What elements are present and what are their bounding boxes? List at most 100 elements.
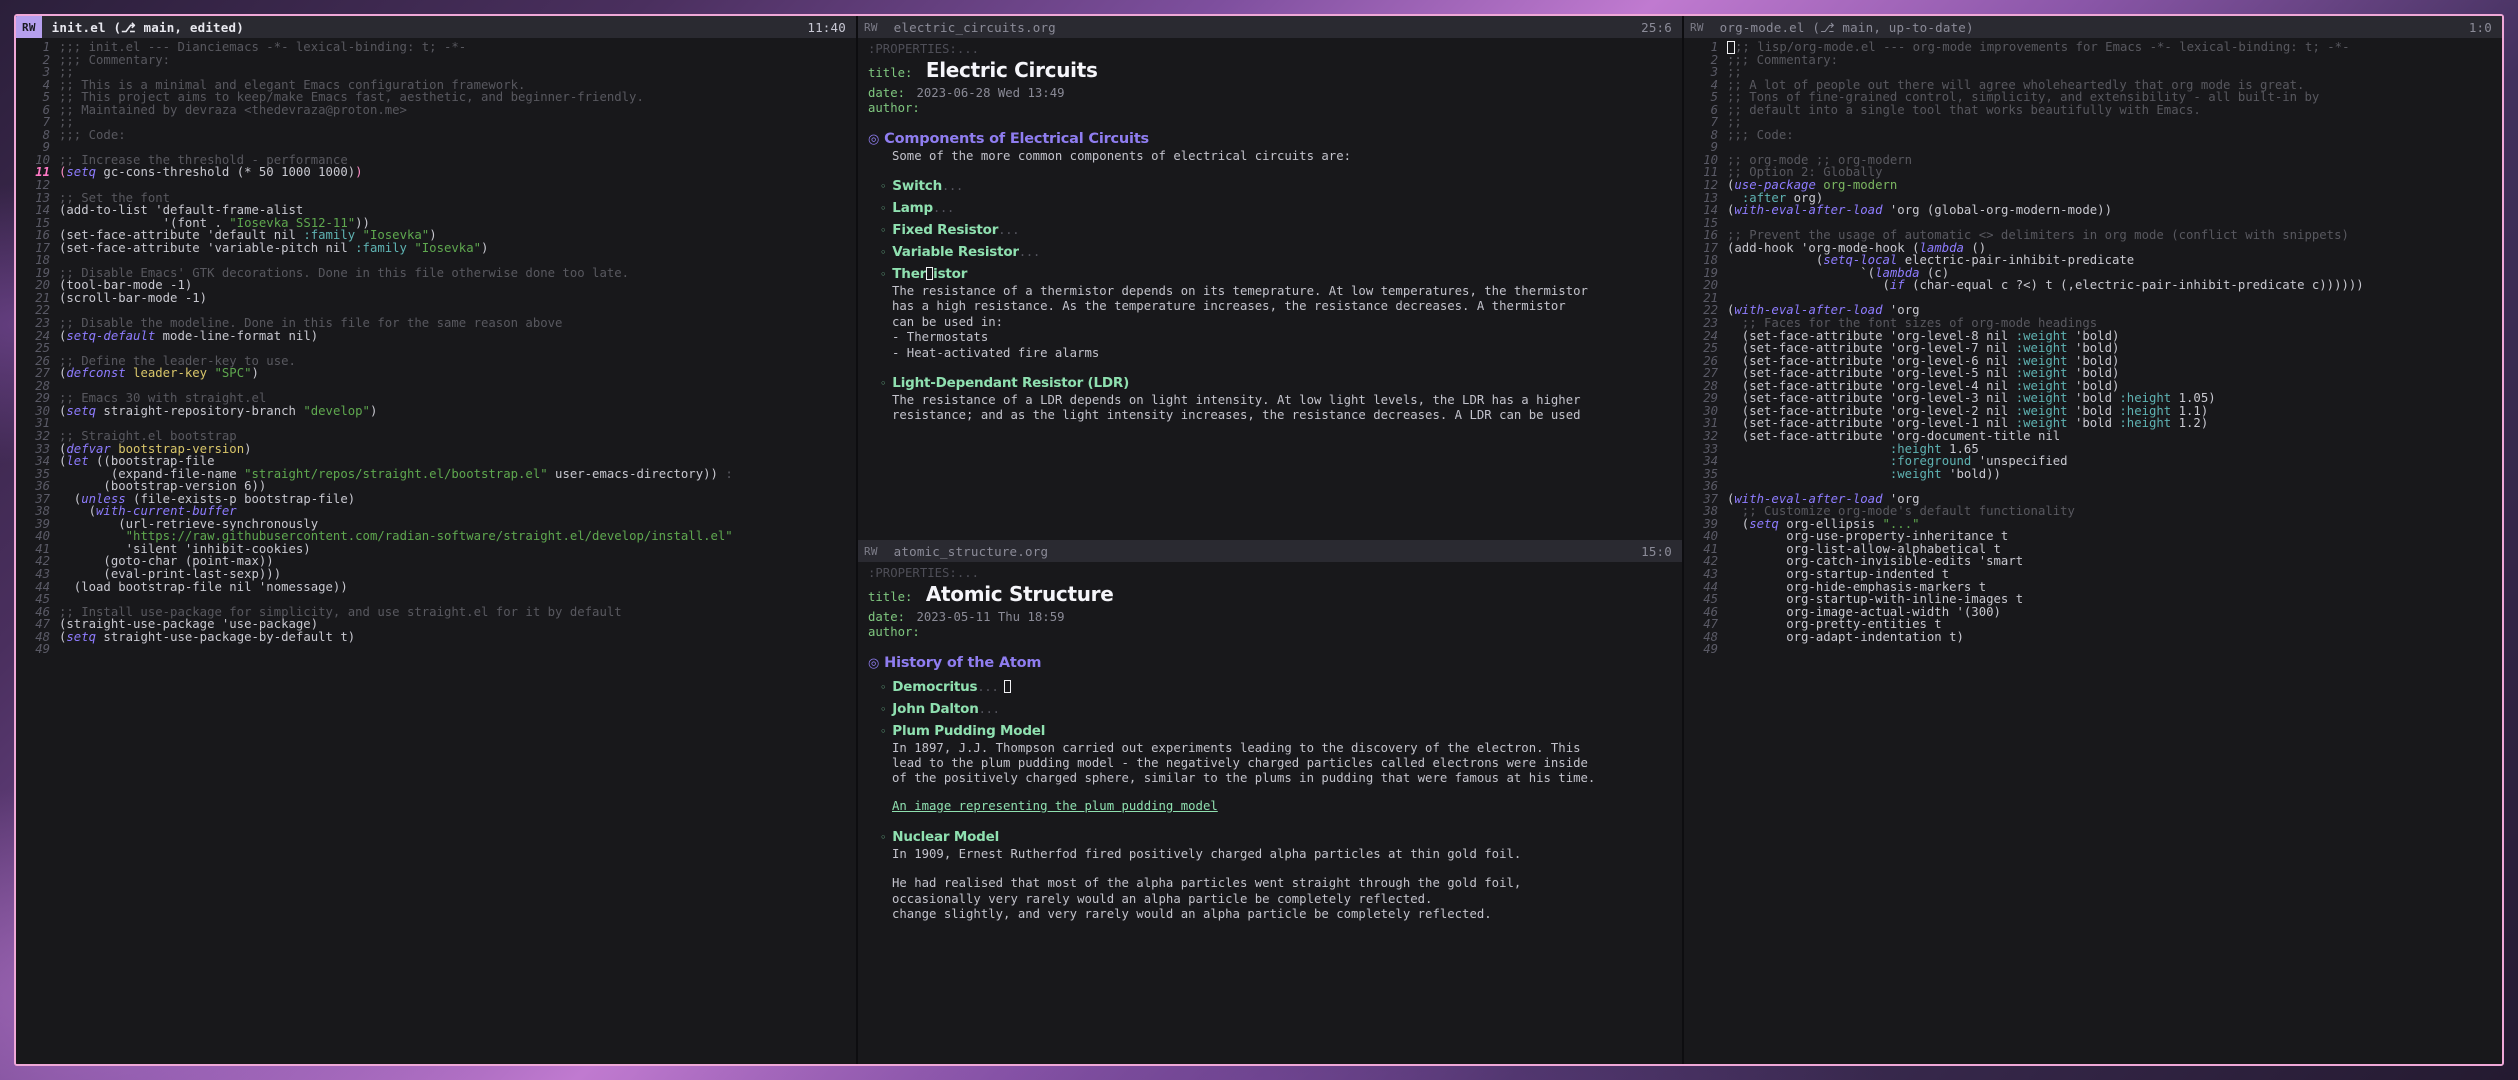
line-number: 12: [1703, 178, 1718, 193]
line-number: 40: [1703, 529, 1718, 544]
code-line[interactable]: 2;;; Commentary:: [16, 52, 856, 67]
code-token: gc-cons-threshold (* 50 1000 1000: [96, 165, 348, 180]
code-token: "SPC": [214, 366, 252, 381]
window-electric-circuits[interactable]: RW electric_circuits.org 25:6 :PROPERTIE…: [858, 16, 1682, 1064]
line-number: 18: [1703, 253, 1718, 268]
org-ellipsis[interactable]: ...: [942, 179, 963, 193]
code-line[interactable]: 44 (load bootstrap-file nil 'nomessage)): [16, 580, 856, 594]
org-properties-drawer[interactable]: :PROPERTIES:...: [868, 42, 1682, 57]
org-bullet-icon: ◦: [880, 724, 887, 738]
org-item-democritus[interactable]: ◦ Democritus...: [880, 679, 1682, 695]
org-nuclear-body-1: In 1909, Ernest Rutherfod fired positive…: [892, 846, 1522, 861]
org-thermistor-list-2: - Heat-activated fire alarms: [892, 345, 1100, 360]
org-bullet-icon: ◎: [868, 655, 880, 671]
line-number: 7: [1710, 115, 1718, 130]
code-line[interactable]: 8;;; Code:: [1684, 129, 2502, 142]
org-item-switch[interactable]: ◦ Switch...: [880, 178, 1682, 194]
org-keyword-date: date: 2023-05-11 Thu 18:59: [868, 610, 1682, 626]
buffer-readwrite-badge: RW: [1690, 20, 1704, 34]
org-item-fixed-resistor[interactable]: ◦ Fixed Resistor...: [880, 222, 1682, 238]
line-number: 18: [35, 253, 50, 268]
code-area-init-el[interactable]: 1;;; init.el --- Dianciemacs -*- lexical…: [16, 38, 856, 656]
code-line[interactable]: 14 (with-eval-after-load 'org (global-org…: [1684, 204, 2502, 217]
modeline-atomic-structure: RW atomic_structure.org 15:0: [858, 540, 1682, 562]
org-nuclear-body-3: change slightly, and very rarely would a…: [892, 906, 1492, 921]
org-nuclear-body-2: He had realised that most of the alpha p…: [892, 876, 1522, 906]
emacs-frame: RW init.el (⎇ main, edited) 11:40 1;;; i…: [14, 14, 2504, 1066]
org-content-electric-circuits[interactable]: :PROPERTIES:... title: Electric Circuits…: [858, 38, 1682, 424]
line-number: 23: [1703, 316, 1718, 331]
code-line[interactable]: 49: [1684, 643, 2502, 656]
code-token: defconst: [66, 366, 126, 381]
org-ellipsis[interactable]: ...: [977, 680, 998, 694]
org-bullet-icon: ◦: [880, 245, 887, 259]
modeline-org-mode-el: RW org-mode.el (⎇ main, up-to-date) 1:0: [1684, 16, 2502, 38]
code-token: (scroll-bar-mode -1): [59, 290, 208, 305]
org-image-link[interactable]: An image representing the plum pudding m…: [892, 799, 1682, 813]
code-token: ;;; Commentary:: [59, 52, 171, 67]
org-item-nuclear-model[interactable]: ◦ Nuclear Model: [880, 829, 1682, 845]
line-number: 27: [35, 366, 50, 381]
code-token: with-eval-after-load: [1734, 203, 1883, 218]
org-bullet-icon: ◦: [880, 830, 887, 844]
org-heading-history-of-atom[interactable]: ◎ History of the Atom: [868, 655, 1682, 671]
line-number: 32: [1703, 428, 1718, 443]
org-item-plum-pudding[interactable]: ◦ Plum Pudding Model: [880, 723, 1682, 739]
code-line[interactable]: 27 (defconst leader-key "SPC"): [16, 367, 856, 380]
code-line[interactable]: 35 :weight 'bold)): [1684, 467, 2502, 481]
code-area-org-mode-el[interactable]: 1;; lisp/org-mode.el --- org-mode improv…: [1684, 38, 2502, 656]
line-number: 47: [35, 617, 50, 632]
code-token: straight-use-package-by-default t): [96, 629, 356, 644]
org-document-title: Electric Circuits: [925, 58, 1098, 82]
org-item-thermistor[interactable]: ◦ Ther istor: [880, 266, 1682, 282]
code-token: ;;; Code:: [59, 127, 126, 142]
line-number: 29: [35, 391, 50, 406]
org-item-lamp[interactable]: ◦ Lamp...: [880, 200, 1682, 216]
code-line[interactable]: 11 (setq gc-cons-threshold (* 50 1000 100…: [16, 166, 856, 179]
org-bullet-icon: ◦: [880, 680, 887, 694]
org-item-ldr[interactable]: ◦ Light-Dependant Resistor (LDR): [880, 375, 1682, 391]
org-item-variable-resistor[interactable]: ◦ Variable Resistor...: [880, 244, 1682, 260]
org-properties-drawer[interactable]: :PROPERTIES:...: [868, 566, 1682, 581]
org-content-atomic-structure[interactable]: :PROPERTIES:... title: Atomic Structure …: [858, 562, 1682, 922]
org-heading-components[interactable]: ◎ Components of Electrical Circuits: [868, 131, 1682, 147]
line-number: 1: [42, 40, 50, 54]
code-line[interactable]: 8;;; Code:: [16, 129, 856, 142]
code-token: mode-line-format nil): [155, 328, 319, 343]
code-line[interactable]: 21 (scroll-bar-mode -1): [16, 292, 856, 305]
code-token: org-adapt-indentation t): [1727, 629, 1964, 644]
code-line[interactable]: 7;;: [1684, 116, 2502, 129]
code-line[interactable]: 2;;; Commentary:: [1684, 53, 2502, 67]
code-token: 1.2): [2171, 416, 2209, 431]
org-ellipsis[interactable]: ...: [998, 223, 1019, 237]
window-org-mode-el[interactable]: RW org-mode.el (⎇ main, up-to-date) 1:0 …: [1684, 16, 2502, 1064]
org-ellipsis[interactable]: ...: [933, 201, 954, 215]
org-ellipsis[interactable]: ...: [979, 702, 1000, 716]
code-token: ;; default into a single tool that works…: [1727, 102, 2201, 117]
window-atomic-structure[interactable]: RW atomic_structure.org 15:0 :PROPERTIES…: [858, 540, 1682, 1064]
code-line[interactable]: 20 (if (char-equal c ?<) t (,electric-pa…: [1684, 279, 2502, 292]
code-line[interactable]: 6;; default into a single tool that work…: [1684, 102, 2502, 117]
code-token: "straight/repos/straight.el/bootstrap.el…: [244, 466, 548, 481]
org-bullet-icon: ◦: [880, 201, 887, 215]
code-line[interactable]: 48 (setq straight-use-package-by-default …: [16, 629, 856, 644]
org-keyword-author: author:: [868, 625, 1682, 641]
code-token: if: [1889, 278, 1905, 293]
code-line[interactable]: 24 (setq-default mode-line-format nil): [16, 328, 856, 343]
code-token: :: [725, 466, 733, 481]
code-line[interactable]: 48 org-adapt-indentation t): [1684, 629, 2502, 644]
code-line[interactable]: 6;; Maintained by devraza <thedevraza@pr…: [16, 103, 856, 117]
line-number: 7: [42, 115, 50, 130]
buffer-name-label: init.el (⎇ main, edited): [51, 19, 244, 35]
code-line[interactable]: 7;;: [16, 116, 856, 129]
window-init-el[interactable]: RW init.el (⎇ main, edited) 11:40 1;;; i…: [16, 16, 856, 1064]
code-line[interactable]: 17 (set-face-attribute 'variable-pitch ni…: [16, 241, 856, 255]
line-number: 34: [35, 454, 50, 469]
code-line[interactable]: 30 (setq straight-repository-branch "deve…: [16, 405, 856, 418]
org-ellipsis[interactable]: ...: [1019, 245, 1040, 259]
code-line[interactable]: 49: [16, 643, 856, 656]
org-item-john-dalton[interactable]: ◦ John Dalton...: [880, 701, 1682, 717]
